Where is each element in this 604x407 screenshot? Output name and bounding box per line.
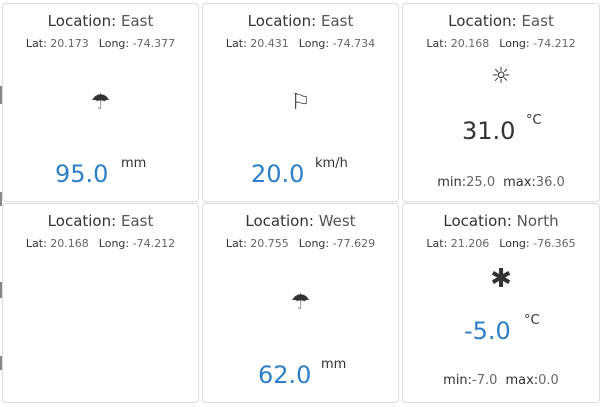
weather-card[interactable]: Location: East Lat: 20.168 Long: -74.212	[2, 203, 199, 403]
coordinates: Lat: 20.173 Long: -74.377	[25, 37, 176, 50]
reading-unit: mm	[121, 156, 147, 171]
location-line: Location: North	[443, 212, 559, 230]
min-max-line: min:-7.0 max:0.0	[443, 373, 559, 388]
weather-card[interactable]: Location: East Lat: 20.173 Long: -74.377 …	[2, 3, 199, 202]
reading-value: 62.0	[258, 361, 312, 389]
weather-card[interactable]: Location: North Lat: 21.206 Long: -76.365…	[402, 203, 600, 403]
location-line: Location: East	[47, 12, 154, 30]
weather-card[interactable]: Location: West Lat: 20.755 Long: -77.629 …	[202, 203, 399, 403]
location-line: Location: West	[245, 212, 356, 230]
reading-unit: km/h	[315, 156, 348, 171]
coordinates: Lat: 20.755 Long: -77.629	[225, 237, 376, 250]
weather-card[interactable]: Location: East Lat: 20.431 Long: -74.734 …	[202, 3, 399, 202]
reading-value: -5.0	[464, 317, 511, 345]
umbrella-icon: ☂	[290, 290, 311, 315]
reading-value: 20.0	[251, 160, 305, 188]
reading-unit: mm	[321, 357, 347, 372]
coordinates: Lat: 20.168 Long: -74.212	[25, 237, 176, 250]
reading-value: 95.0	[55, 160, 109, 188]
weather-card[interactable]: Location: East Lat: 20.168 Long: -74.212 …	[402, 3, 600, 202]
location-name: West	[318, 212, 356, 230]
location-name: North	[516, 212, 559, 230]
location-line: Location: East	[47, 212, 154, 230]
location-name: East	[521, 12, 554, 30]
sun-icon: ☼	[491, 64, 511, 89]
coordinates: Lat: 21.206 Long: -76.365	[426, 237, 576, 250]
reading-unit: °C	[524, 313, 540, 328]
location-name: East	[120, 12, 154, 30]
max-value: 0.0	[538, 373, 559, 388]
coordinates: Lat: 20.168 Long: -74.212	[426, 37, 576, 50]
location-name: East	[120, 212, 154, 230]
umbrella-icon: ☂	[90, 90, 111, 115]
location-line: Location: East	[448, 12, 554, 30]
coordinates: Lat: 20.431 Long: -74.734	[225, 37, 376, 50]
location-name: East	[320, 12, 354, 30]
location-line: Location: East	[247, 12, 354, 30]
min-value: 25.0	[466, 175, 496, 190]
snowflake-icon: ✱	[490, 264, 512, 294]
reading-unit: °C	[526, 113, 542, 128]
min-value: -7.0	[472, 373, 498, 388]
max-value: 36.0	[535, 175, 565, 190]
min-max-line: min:25.0 max:36.0	[437, 175, 565, 190]
flag-icon: ⚐	[290, 90, 311, 115]
reading-value: 31.0	[462, 117, 516, 145]
